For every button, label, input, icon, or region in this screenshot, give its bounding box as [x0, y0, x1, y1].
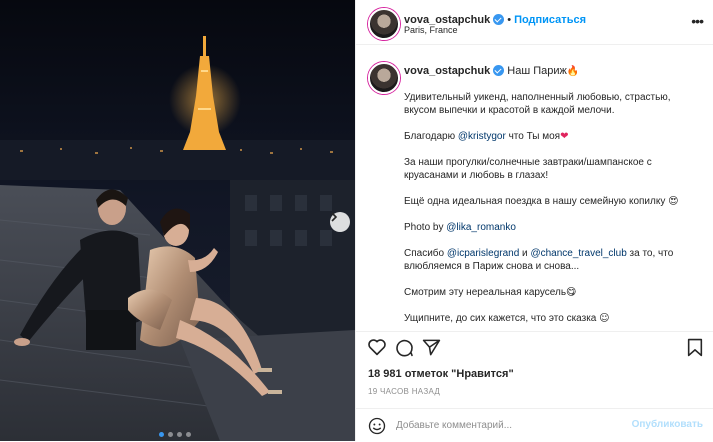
caption-username-link[interactable]: vova_ostapchuk: [404, 65, 490, 77]
post-header: vova_ostapchuk • Подписаться Paris, France…: [356, 0, 713, 45]
chevron-right-icon: [331, 212, 338, 222]
share-icon[interactable]: [422, 338, 441, 357]
caption-paragraph: Смотрим эту нереальная карусель😋: [404, 286, 696, 299]
smile-emoji-icon: ☺: [599, 313, 610, 324]
caption-text-segment: Ещё одна идеальная поездка в нашу семейн…: [404, 196, 666, 207]
fire-emoji-icon: 🔥: [566, 66, 580, 77]
avatar[interactable]: [368, 62, 400, 94]
post-photo[interactable]: [0, 0, 355, 441]
caption-text-segment: Благодарю: [404, 131, 458, 142]
mention-link[interactable]: @kristygor: [458, 131, 506, 142]
caption-paragraph: Ущипните, до сих кажется, что это сказка…: [404, 312, 696, 325]
post-timestamp[interactable]: 19 часов назад: [368, 387, 440, 396]
caption-paragraph: Ещё одна идеальная поездка в нашу семейн…: [404, 195, 696, 208]
verified-badge-icon: [493, 14, 505, 25]
caption-text-segment: что Ты моя: [505, 131, 561, 142]
post-sidebar: vova_ostapchuk • Подписаться Paris, France…: [355, 0, 713, 441]
caption-area: vova_ostapchuk Наш Париж🔥 Удивительный у…: [356, 45, 713, 332]
verified-badge-icon: [493, 65, 505, 76]
caption-paragraph: Удивительный уикенд, наполненный любовью…: [404, 92, 671, 116]
caption-text: Удивительный уикенд, наполненный любовью…: [404, 91, 696, 331]
publish-button[interactable]: Опубликовать: [632, 419, 703, 430]
mention-link[interactable]: @lika_romanko: [446, 222, 516, 233]
bookmark-icon[interactable]: [687, 338, 703, 357]
yum-emoji-icon: 😋: [566, 287, 577, 298]
heart-icon[interactable]: [367, 338, 387, 356]
caption-text-segment: Спасибо: [404, 248, 447, 259]
carousel-dot: [159, 432, 164, 437]
caption-paragraph: Спасибо @icparislegrand и @chance_travel…: [404, 247, 696, 273]
carousel-dot: [177, 432, 182, 437]
mention-link[interactable]: @chance_travel_club: [530, 248, 626, 259]
caption-text-segment: Ущипните, до сих кажется, что это сказка: [404, 313, 597, 324]
caption-paragraph: За наши прогулки/солнечные завтраки/шамп…: [404, 157, 652, 181]
avatar[interactable]: [368, 8, 400, 40]
caption-paragraph: Благодарю @kristygor что Ты моя❤: [404, 130, 696, 143]
instagram-post: vova_ostapchuk • Подписаться Paris, France…: [0, 0, 713, 441]
carousel-dot: [186, 432, 191, 437]
caption-text-segment: и: [519, 248, 531, 259]
post-actions: [356, 336, 713, 362]
caption-text-segment: Смотрим эту нереальная карусель: [404, 287, 567, 298]
caption-paragraph: Photo by @lika_romanko: [404, 221, 696, 234]
heart-emoji-icon: ❤: [560, 131, 569, 142]
caption-text-segment: Photo by: [404, 222, 447, 233]
caption-header: vova_ostapchuk Наш Париж🔥: [404, 65, 579, 77]
location-link[interactable]: Paris, France: [404, 25, 458, 35]
likes-count[interactable]: 18 981 отметок "Нравится": [368, 368, 514, 380]
carousel-next-button[interactable]: [330, 212, 350, 232]
carousel-indicator: [159, 432, 191, 437]
comment-input[interactable]: [396, 417, 626, 433]
comment-bar: Опубликовать: [356, 408, 713, 442]
emoji-picker-icon[interactable]: [368, 417, 386, 435]
mention-link[interactable]: @icparislegrand: [447, 248, 519, 259]
heart-eyes-emoji-icon: 😍: [668, 196, 679, 207]
carousel-dot: [168, 432, 173, 437]
caption-title: Наш Париж: [507, 65, 567, 77]
comment-icon[interactable]: [395, 338, 414, 357]
more-options-icon[interactable]: •••: [691, 13, 704, 29]
follow-button[interactable]: Подписаться: [514, 14, 586, 26]
photo-paris-rooftop: [0, 0, 355, 441]
separator: •: [507, 14, 512, 26]
